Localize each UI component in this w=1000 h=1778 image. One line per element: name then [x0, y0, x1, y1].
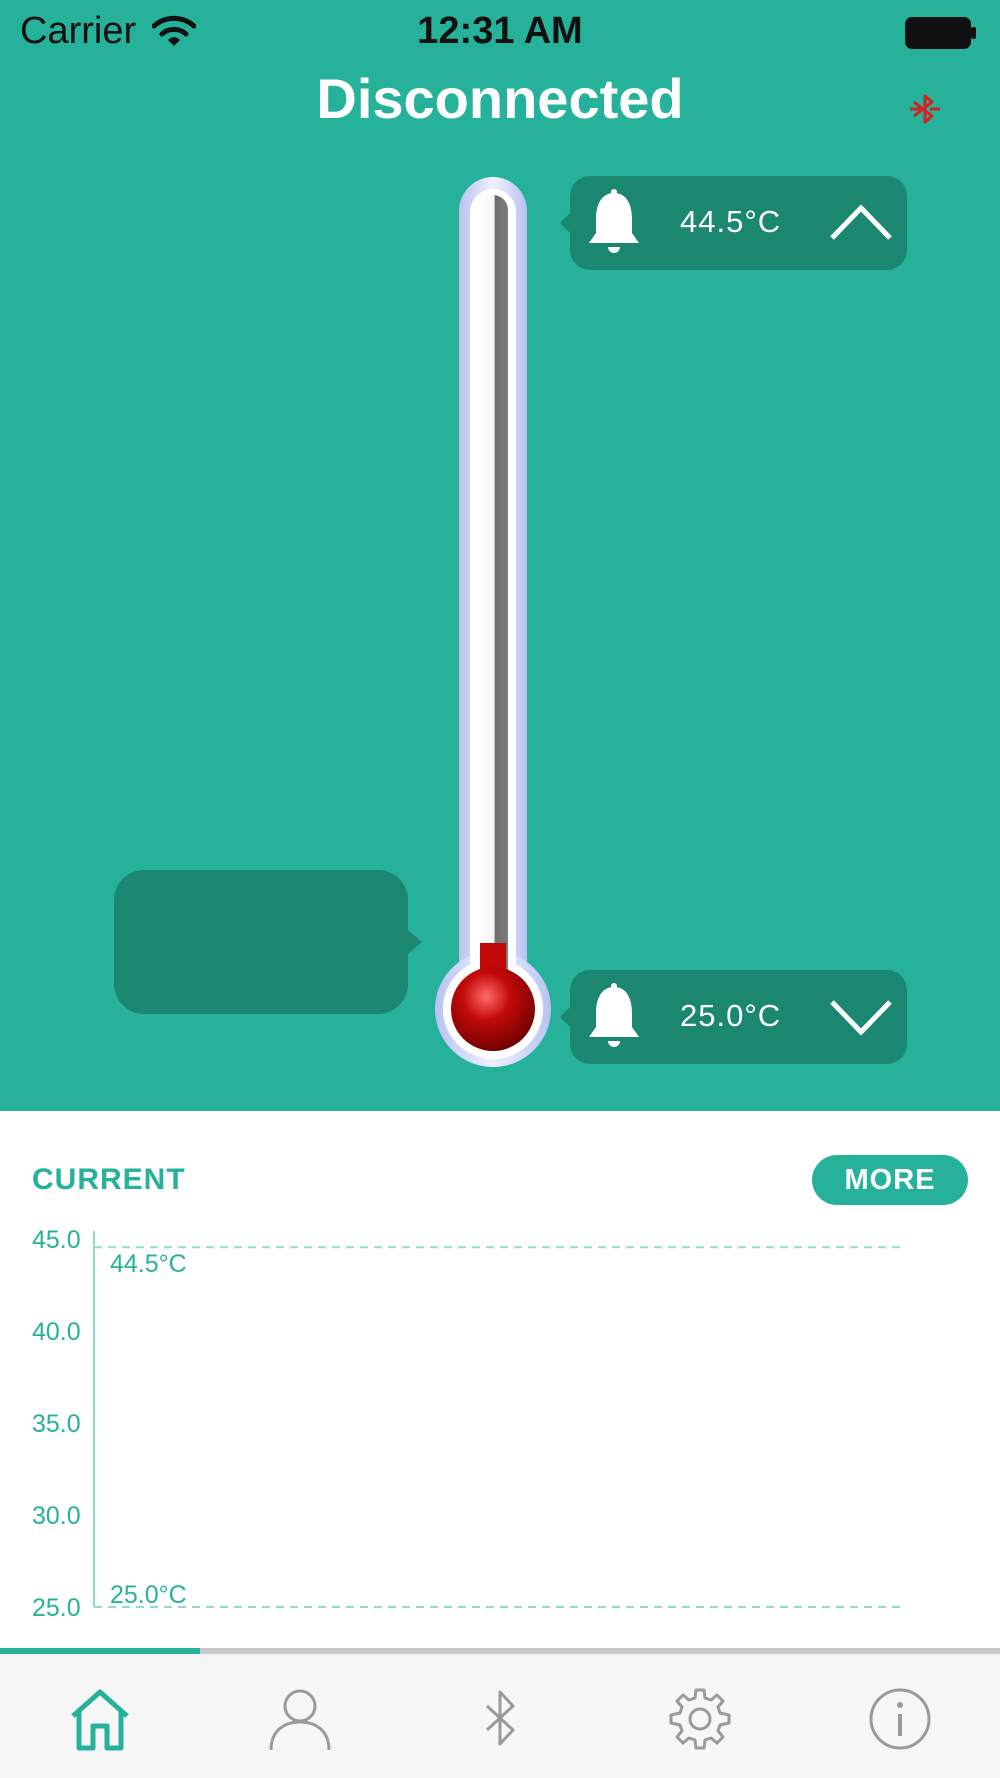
gear-icon — [669, 1688, 731, 1750]
threshold-label: 25.0°C — [110, 1581, 187, 1609]
status-bar: Carrier 12:31 AM — [0, 0, 1000, 70]
tab-bluetooth[interactable] — [400, 1654, 600, 1778]
high-alarm-value: 44.5°C — [680, 204, 782, 239]
bell-icon — [589, 189, 639, 253]
y-tick-label: 35.0 — [32, 1410, 81, 1438]
info-icon — [869, 1688, 931, 1750]
low-alarm-value: 25.0°C — [680, 998, 782, 1033]
y-tick-label: 45.0 — [32, 1226, 81, 1254]
thermometer-panel: Carrier 12:31 AM Disconnected 44.5°C 25.… — [0, 0, 1000, 1111]
current-temperature-bubble — [114, 870, 422, 1014]
temperature-chart: 45.0 40.0 35.0 30.0 25.0 44.5°C 25.0°C — [32, 1226, 905, 1622]
connection-status-title: Disconnected — [316, 67, 684, 130]
threshold-label: 44.5°C — [110, 1250, 187, 1278]
chevron-down-icon[interactable] — [828, 994, 894, 1040]
tab-bar — [0, 1654, 1000, 1778]
y-tick-label: 30.0 — [32, 1502, 81, 1530]
y-tick-label: 40.0 — [32, 1318, 81, 1346]
bluetooth-icon — [485, 1690, 515, 1746]
thermometer-gauge — [435, 177, 551, 1067]
high-alarm-pill[interactable]: 44.5°C — [560, 176, 907, 270]
bell-icon — [589, 983, 639, 1047]
tab-user[interactable] — [200, 1654, 400, 1778]
chevron-up-icon[interactable] — [828, 200, 894, 246]
y-tick-label: 25.0 — [32, 1594, 81, 1622]
current-section-label: CURRENT — [32, 1163, 186, 1196]
home-icon — [71, 1689, 129, 1751]
tab-settings[interactable] — [600, 1654, 800, 1778]
battery-icon — [905, 17, 976, 49]
status-time: 12:31 AM — [417, 10, 583, 52]
tab-home[interactable] — [0, 1654, 200, 1778]
user-icon — [269, 1689, 331, 1751]
more-button[interactable]: MORE — [812, 1155, 968, 1205]
low-alarm-pill[interactable]: 25.0°C — [560, 970, 907, 1064]
tab-info[interactable] — [800, 1654, 1000, 1778]
bluetooth-disconnected-icon[interactable] — [908, 92, 942, 126]
